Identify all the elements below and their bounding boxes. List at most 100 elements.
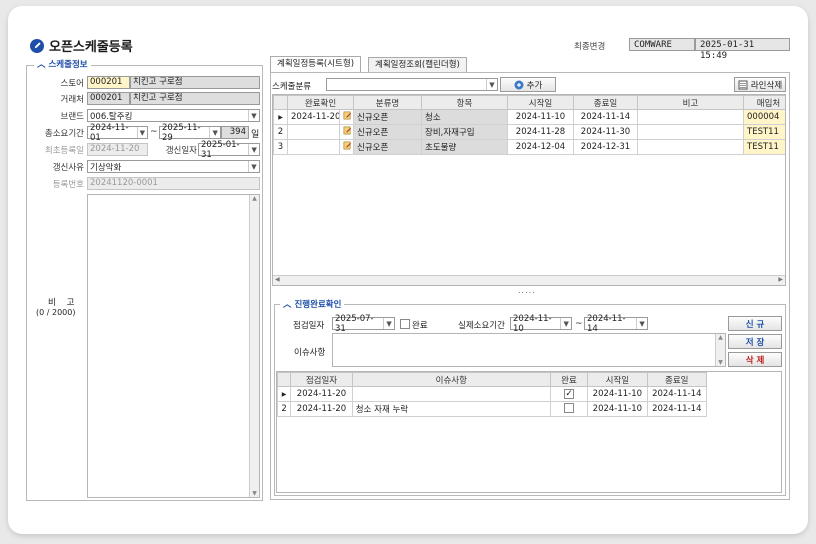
start-cell[interactable]: 2024-11-10 <box>507 109 574 125</box>
memo-textarea[interactable]: ▲ ▼ <box>87 194 260 498</box>
tab-calendar[interactable]: 계획일정조회(캘린더형) <box>368 57 467 72</box>
done-cell[interactable] <box>287 139 340 155</box>
edit-icon[interactable] <box>339 109 354 125</box>
chevron-down-icon[interactable]: ▼ <box>136 127 147 138</box>
schedule-category-select[interactable]: ▼ <box>326 78 498 91</box>
start-cell[interactable]: 2024-11-10 <box>587 401 648 417</box>
complete-cell-checkbox[interactable]: ✓ <box>563 389 574 399</box>
chevron-down-icon[interactable]: ▼ <box>383 318 394 329</box>
complete-checkbox[interactable] <box>400 319 410 329</box>
col-check-date[interactable]: 점검일자 <box>290 372 353 387</box>
issue-scrollbar[interactable]: ▲ ▼ <box>715 334 725 366</box>
first-reg-field: 2024-11-20 <box>87 143 148 156</box>
actual-start-date[interactable]: 2024-11-10 ▼ <box>510 314 572 334</box>
col-issue[interactable]: 이슈사항 <box>351 372 551 387</box>
col-end[interactable]: 종료일 <box>573 95 638 110</box>
table-row[interactable]: ▶ 2024-11-20 신규오픈 청소 2024-11-10 2024-11-… <box>273 109 785 125</box>
end-cell[interactable]: 2024-11-14 <box>646 401 708 417</box>
col-note[interactable]: 비고 <box>637 95 744 110</box>
chevron-down-icon[interactable]: ▼ <box>248 110 259 121</box>
table-row[interactable]: 2 2024-11-20 청소 자재 누락 2024-11-10 2024-11… <box>277 401 708 417</box>
memo-scrollbar[interactable]: ▲ ▼ <box>249 195 259 497</box>
delete-line-button[interactable]: 라인삭제 <box>734 77 786 92</box>
check-date-cell[interactable]: 2024-11-20 <box>290 401 353 417</box>
end-cell[interactable]: 2024-11-14 <box>646 386 708 402</box>
note-cell[interactable] <box>637 139 744 155</box>
vendor-cell[interactable]: 000004 <box>743 109 785 125</box>
chevron-down-icon[interactable]: ▼ <box>560 318 571 329</box>
vendor-cell[interactable]: TEST11 <box>743 124 785 140</box>
scroll-down-icon[interactable]: ▼ <box>716 359 725 366</box>
scroll-up-icon[interactable]: ▲ <box>250 195 259 202</box>
table-row[interactable]: 2 신규오픈 장비,자재구입 2024-11-28 2024-11-30 TES… <box>273 124 785 140</box>
item-cell[interactable]: 초도물량 <box>421 139 508 155</box>
schedule-grid-hscrollbar[interactable]: ◀ ▶ <box>273 275 785 285</box>
check-date-field[interactable]: 2025-07-31 ▼ <box>332 314 395 334</box>
issue-textarea[interactable]: ▲ ▼ <box>332 333 726 367</box>
vendor-cell[interactable]: TEST11 <box>743 139 785 155</box>
issue-cell[interactable] <box>351 386 551 402</box>
col-vendor[interactable]: 매입처 <box>743 95 785 110</box>
scroll-left-icon[interactable]: ◀ <box>275 276 280 283</box>
item-cell[interactable]: 청소 <box>421 109 508 125</box>
end-cell[interactable]: 2024-11-30 <box>573 124 638 140</box>
brand-select[interactable]: 006.탈주킹 ▼ <box>87 109 260 122</box>
period-end-date[interactable]: 2025-11-29 ▼ <box>159 123 221 143</box>
chevron-down-icon[interactable]: ▼ <box>248 144 259 155</box>
save-button[interactable]: 저 장 <box>728 334 782 349</box>
scroll-down-icon[interactable]: ▼ <box>250 490 259 497</box>
category-cell[interactable]: 신규오픈 <box>353 109 422 125</box>
item-cell[interactable]: 장비,자재구입 <box>421 124 508 140</box>
col-item[interactable]: 항목 <box>421 95 508 110</box>
start-cell[interactable]: 2024-11-28 <box>507 124 574 140</box>
category-cell[interactable]: 신규오픈 <box>353 139 422 155</box>
complete-cell-checkbox[interactable] <box>563 402 574 413</box>
row-number: 2 <box>273 124 288 140</box>
col-start[interactable]: 시작일 <box>507 95 574 110</box>
col-complete[interactable]: 완료 <box>549 372 589 387</box>
table-row[interactable]: ▶ 2024-11-20 ✓ 2024-11-10 2024-11-14 <box>277 386 708 402</box>
note-cell[interactable] <box>637 124 744 140</box>
chevron-down-icon[interactable]: ▼ <box>248 161 259 172</box>
renew-reason-select[interactable]: 기상악화 ▼ <box>87 160 260 173</box>
chevron-down-icon[interactable]: ▼ <box>486 79 497 90</box>
issue-cell[interactable]: 청소 자재 누락 <box>351 401 551 417</box>
vendor-code-field[interactable]: 000201 <box>87 92 130 105</box>
end-cell[interactable]: 2024-12-31 <box>573 139 638 155</box>
scroll-up-icon[interactable]: ▲ <box>716 334 725 341</box>
start-cell[interactable]: 2024-12-04 <box>507 139 574 155</box>
end-cell[interactable]: 2024-11-14 <box>573 109 638 125</box>
table-row[interactable]: 3 신규오픈 초도물량 2024-12-04 2024-12-31 TEST11 <box>273 139 785 155</box>
start-cell[interactable]: 2024-11-10 <box>587 386 648 402</box>
col-end[interactable]: 종료일 <box>646 372 708 387</box>
check-date-cell[interactable]: 2024-11-20 <box>290 386 353 402</box>
delete-button[interactable]: 삭 제 <box>728 352 782 367</box>
panel-splitter[interactable]: ..... <box>518 286 536 295</box>
chevron-down-icon[interactable]: ▼ <box>209 127 220 138</box>
collapse-icon[interactable]: ︿ <box>37 60 46 70</box>
store-code-field[interactable]: 000201 <box>87 76 130 89</box>
brand-value: 006.탈주킹 <box>90 111 133 122</box>
col-start[interactable]: 시작일 <box>587 372 648 387</box>
collapse-icon[interactable]: ︿ <box>283 300 292 310</box>
col-category[interactable]: 분류명 <box>353 95 422 110</box>
done-cell[interactable]: 2024-11-20 <box>287 109 340 125</box>
tab-sheet[interactable]: 계획일정등록(시트형) <box>270 56 362 72</box>
col-rownum <box>273 95 288 110</box>
scroll-right-icon[interactable]: ▶ <box>778 276 783 283</box>
pencil-icon <box>30 38 44 53</box>
actual-end-date[interactable]: 2024-11-14 ▼ <box>584 314 648 334</box>
done-cell[interactable] <box>287 124 340 140</box>
edit-icon[interactable] <box>339 124 354 140</box>
period-start-date[interactable]: 2024-11-01 ▼ <box>87 123 148 143</box>
col-done[interactable]: 완료확인 <box>287 95 354 110</box>
add-button[interactable]: 추가 <box>500 77 556 92</box>
note-cell[interactable] <box>637 109 744 125</box>
period-days-unit: 일 <box>251 130 260 140</box>
chevron-down-icon[interactable]: ▼ <box>636 318 647 329</box>
category-cell[interactable]: 신규오픈 <box>353 124 422 140</box>
new-button[interactable]: 신 규 <box>728 316 782 331</box>
reg-no-field: 20241120-0001 <box>87 177 260 190</box>
renew-date-field[interactable]: 2025-01-31 ▼ <box>198 140 260 160</box>
edit-icon[interactable] <box>339 139 354 155</box>
